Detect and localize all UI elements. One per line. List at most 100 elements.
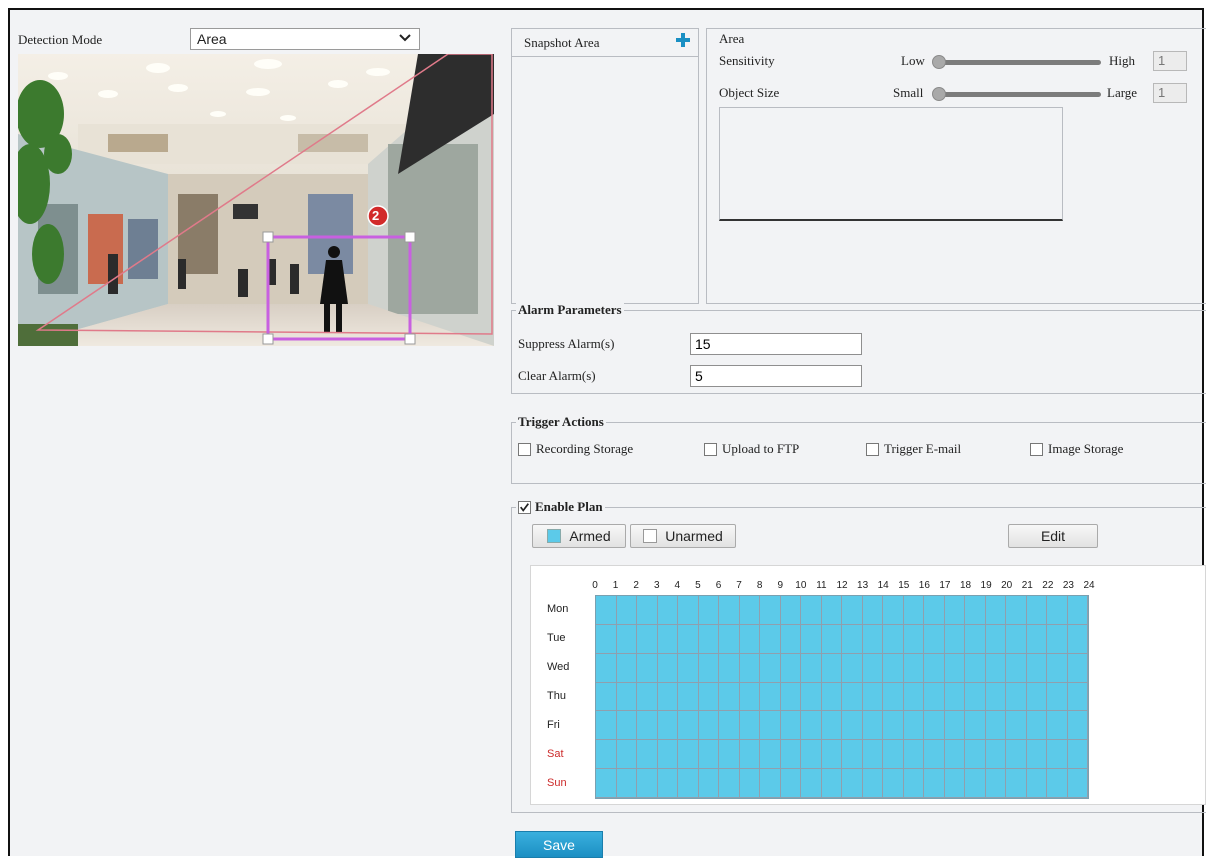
snapshot-image[interactable]: 2 bbox=[18, 54, 494, 346]
schedule-cell[interactable] bbox=[616, 711, 637, 741]
schedule-cell[interactable] bbox=[719, 596, 740, 625]
schedule-cell[interactable] bbox=[842, 596, 863, 625]
schedule-cell[interactable] bbox=[1026, 711, 1047, 741]
schedule-cell[interactable] bbox=[1047, 624, 1068, 654]
schedule-cell[interactable] bbox=[637, 769, 658, 798]
schedule-cell[interactable] bbox=[616, 596, 637, 625]
unarmed-button[interactable]: Unarmed bbox=[630, 524, 736, 548]
schedule-cell[interactable] bbox=[596, 653, 617, 683]
schedule-cell[interactable] bbox=[944, 653, 965, 683]
schedule-cell[interactable] bbox=[739, 653, 760, 683]
schedule-cell[interactable] bbox=[821, 769, 842, 798]
schedule-cell[interactable] bbox=[678, 624, 699, 654]
image-storage-checkbox[interactable] bbox=[1030, 443, 1043, 456]
schedule-cell[interactable] bbox=[801, 596, 822, 625]
schedule-cell[interactable] bbox=[801, 653, 822, 683]
schedule-cell[interactable] bbox=[596, 769, 617, 798]
enable-plan-checkbox[interactable] bbox=[518, 500, 531, 514]
schedule-cell[interactable] bbox=[821, 624, 842, 654]
schedule-cell[interactable] bbox=[944, 711, 965, 741]
schedule-cell[interactable] bbox=[1047, 711, 1068, 741]
schedule-cell[interactable] bbox=[965, 653, 986, 683]
schedule-cell[interactable] bbox=[637, 624, 658, 654]
schedule-cell[interactable] bbox=[657, 711, 678, 741]
object-size-slider-knob[interactable] bbox=[932, 87, 946, 101]
schedule-cell[interactable] bbox=[698, 624, 719, 654]
schedule-cell[interactable] bbox=[883, 596, 904, 625]
schedule-cell[interactable] bbox=[657, 740, 678, 770]
schedule-cell[interactable] bbox=[1006, 653, 1027, 683]
schedule-cell[interactable] bbox=[657, 624, 678, 654]
schedule-cell[interactable] bbox=[780, 653, 801, 683]
schedule-cell[interactable] bbox=[821, 740, 842, 770]
schedule-cell[interactable] bbox=[1026, 740, 1047, 770]
schedule-cell[interactable] bbox=[1006, 596, 1027, 625]
clear-alarm-input[interactable] bbox=[690, 365, 862, 387]
schedule-cell[interactable] bbox=[924, 769, 945, 798]
schedule-cell[interactable] bbox=[760, 653, 781, 683]
schedule-cell[interactable] bbox=[657, 682, 678, 712]
schedule-cell[interactable] bbox=[944, 740, 965, 770]
schedule-cell[interactable] bbox=[842, 624, 863, 654]
schedule-cell[interactable] bbox=[842, 653, 863, 683]
schedule-cell[interactable] bbox=[801, 769, 822, 798]
schedule-cell[interactable] bbox=[719, 711, 740, 741]
schedule-cell[interactable] bbox=[678, 682, 699, 712]
schedule-cell[interactable] bbox=[760, 596, 781, 625]
schedule-cell[interactable] bbox=[924, 682, 945, 712]
schedule-cell[interactable] bbox=[985, 653, 1006, 683]
schedule-cell[interactable] bbox=[1026, 769, 1047, 798]
schedule-cell[interactable] bbox=[596, 711, 617, 741]
schedule-cell[interactable] bbox=[780, 682, 801, 712]
schedule-cell[interactable] bbox=[698, 711, 719, 741]
schedule-cell[interactable] bbox=[862, 596, 883, 625]
schedule-cell[interactable] bbox=[616, 740, 637, 770]
suppress-alarm-input[interactable] bbox=[690, 333, 862, 355]
schedule-cell[interactable] bbox=[596, 624, 617, 654]
schedule-cell[interactable] bbox=[698, 769, 719, 798]
schedule-cell[interactable] bbox=[616, 682, 637, 712]
schedule-cell[interactable] bbox=[903, 740, 924, 770]
schedule-cell[interactable] bbox=[924, 624, 945, 654]
schedule-cell[interactable] bbox=[903, 769, 924, 798]
schedule-cell[interactable] bbox=[657, 769, 678, 798]
schedule-cell[interactable] bbox=[801, 740, 822, 770]
schedule-cell[interactable] bbox=[698, 653, 719, 683]
edit-button[interactable]: Edit bbox=[1008, 524, 1098, 548]
schedule-grid[interactable] bbox=[595, 595, 1089, 799]
schedule-cell[interactable] bbox=[821, 596, 842, 625]
schedule-cell[interactable] bbox=[637, 711, 658, 741]
schedule-cell[interactable] bbox=[965, 682, 986, 712]
schedule-cell[interactable] bbox=[1006, 711, 1027, 741]
schedule-cell[interactable] bbox=[637, 740, 658, 770]
schedule-cell[interactable] bbox=[944, 596, 965, 625]
schedule-cell[interactable] bbox=[903, 711, 924, 741]
schedule-cell[interactable] bbox=[596, 740, 617, 770]
schedule-cell[interactable] bbox=[1006, 740, 1027, 770]
schedule-cell[interactable] bbox=[862, 740, 883, 770]
schedule-cell[interactable] bbox=[903, 624, 924, 654]
plus-icon[interactable] bbox=[676, 33, 690, 47]
schedule-cell[interactable] bbox=[780, 711, 801, 741]
schedule-cell[interactable] bbox=[616, 624, 637, 654]
save-button[interactable]: Save bbox=[515, 831, 603, 858]
schedule-cell[interactable] bbox=[1026, 653, 1047, 683]
schedule-cell[interactable] bbox=[985, 596, 1006, 625]
schedule-cell[interactable] bbox=[1026, 682, 1047, 712]
schedule-cell[interactable] bbox=[801, 711, 822, 741]
schedule-cell[interactable] bbox=[657, 596, 678, 625]
schedule-cell[interactable] bbox=[678, 769, 699, 798]
schedule-cell[interactable] bbox=[719, 769, 740, 798]
schedule-cell[interactable] bbox=[965, 740, 986, 770]
schedule-cell[interactable] bbox=[842, 740, 863, 770]
schedule-cell[interactable] bbox=[944, 682, 965, 712]
schedule-cell[interactable] bbox=[862, 653, 883, 683]
schedule-cell[interactable] bbox=[1006, 769, 1027, 798]
armed-button[interactable]: Armed bbox=[532, 524, 626, 548]
schedule-cell[interactable] bbox=[760, 624, 781, 654]
schedule-cell[interactable] bbox=[965, 769, 986, 798]
schedule-cell[interactable] bbox=[985, 711, 1006, 741]
schedule-cell[interactable] bbox=[678, 653, 699, 683]
schedule-cell[interactable] bbox=[739, 711, 760, 741]
schedule-cell[interactable] bbox=[760, 682, 781, 712]
